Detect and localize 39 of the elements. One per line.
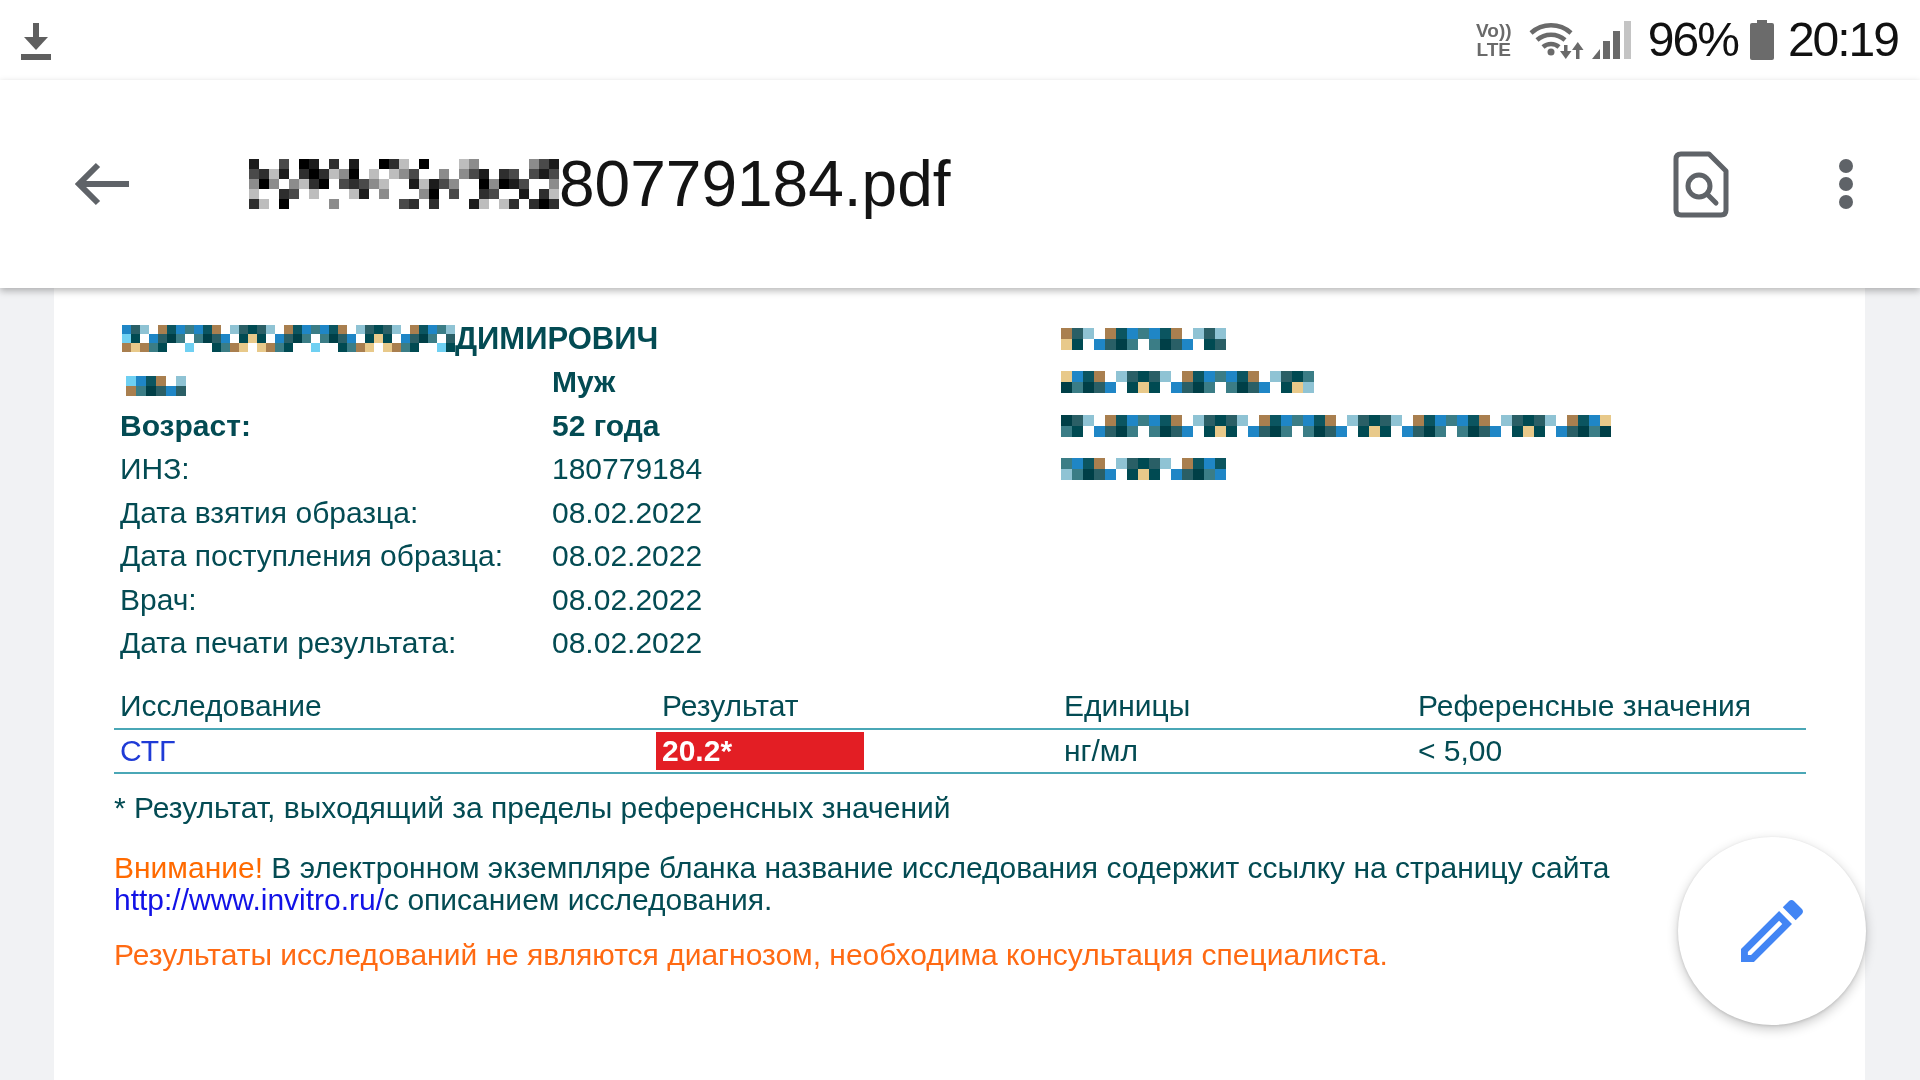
- field-label: Дата печати результата:: [120, 625, 457, 662]
- units-text: нг/мл: [1064, 734, 1138, 767]
- field-value: 52 года: [552, 407, 660, 444]
- back-arrow-icon[interactable]: [73, 161, 129, 207]
- field-value: 08.02.2022: [552, 625, 703, 662]
- signal-icon: [1591, 21, 1632, 59]
- volte-label: Vo)) LTE: [1475, 21, 1513, 59]
- reference-range-text: < 5,00: [1418, 734, 1503, 767]
- column-header: Результат: [662, 689, 799, 722]
- battery-icon: [1749, 20, 1774, 60]
- field-label: Возраст:: [120, 407, 251, 444]
- field-label: ИНЗ:: [120, 451, 190, 488]
- battery-percent: 96%: [1647, 12, 1738, 68]
- wifi-icon: [1528, 21, 1585, 59]
- field-label: Дата взятия образца:: [120, 494, 419, 531]
- column-header: Единицы: [1064, 689, 1191, 722]
- field-value: 08.02.2022: [552, 494, 703, 531]
- field-value: Муж: [552, 364, 616, 401]
- column-header: Исследование: [120, 689, 322, 722]
- disclaimer-text: Результаты исследований не являются диагнозом, необходима консультация специалиста.: [114, 939, 1388, 971]
- field-label: Врач:: [120, 581, 197, 618]
- column-header: Референсные значения: [1418, 689, 1752, 722]
- more-menu-icon[interactable]: [1837, 157, 1855, 211]
- notice-text: Внимание! В электронном экземпляре бланка название исследования содержит ссылку на страницу сайта http://www.invitro.ru/с описанием исследования.: [114, 852, 1611, 916]
- result-value: 20.2*: [656, 732, 864, 770]
- redacted-mosaic: [126, 376, 186, 397]
- test-name-link[interactable]: СТГ: [120, 734, 176, 767]
- field-value: 180779184: [552, 451, 703, 488]
- footnote-text: * Результат, выходящий за пределы референсных значений: [114, 790, 951, 826]
- field-value: 08.02.2022: [552, 581, 703, 618]
- search-document-icon[interactable]: [1673, 150, 1729, 218]
- pencil-icon: [1741, 900, 1803, 962]
- field-label: Дата поступления образца:: [120, 538, 503, 575]
- clock-time: 20:19: [1787, 12, 1898, 68]
- file-title: 80779184.pdf: [559, 147, 951, 222]
- patient-name: ДИМИРОВИЧ: [455, 320, 659, 357]
- download-icon: [21, 22, 51, 60]
- site-link[interactable]: http://www.invitro.ru/: [114, 883, 385, 916]
- field-value: 08.02.2022: [552, 538, 703, 575]
